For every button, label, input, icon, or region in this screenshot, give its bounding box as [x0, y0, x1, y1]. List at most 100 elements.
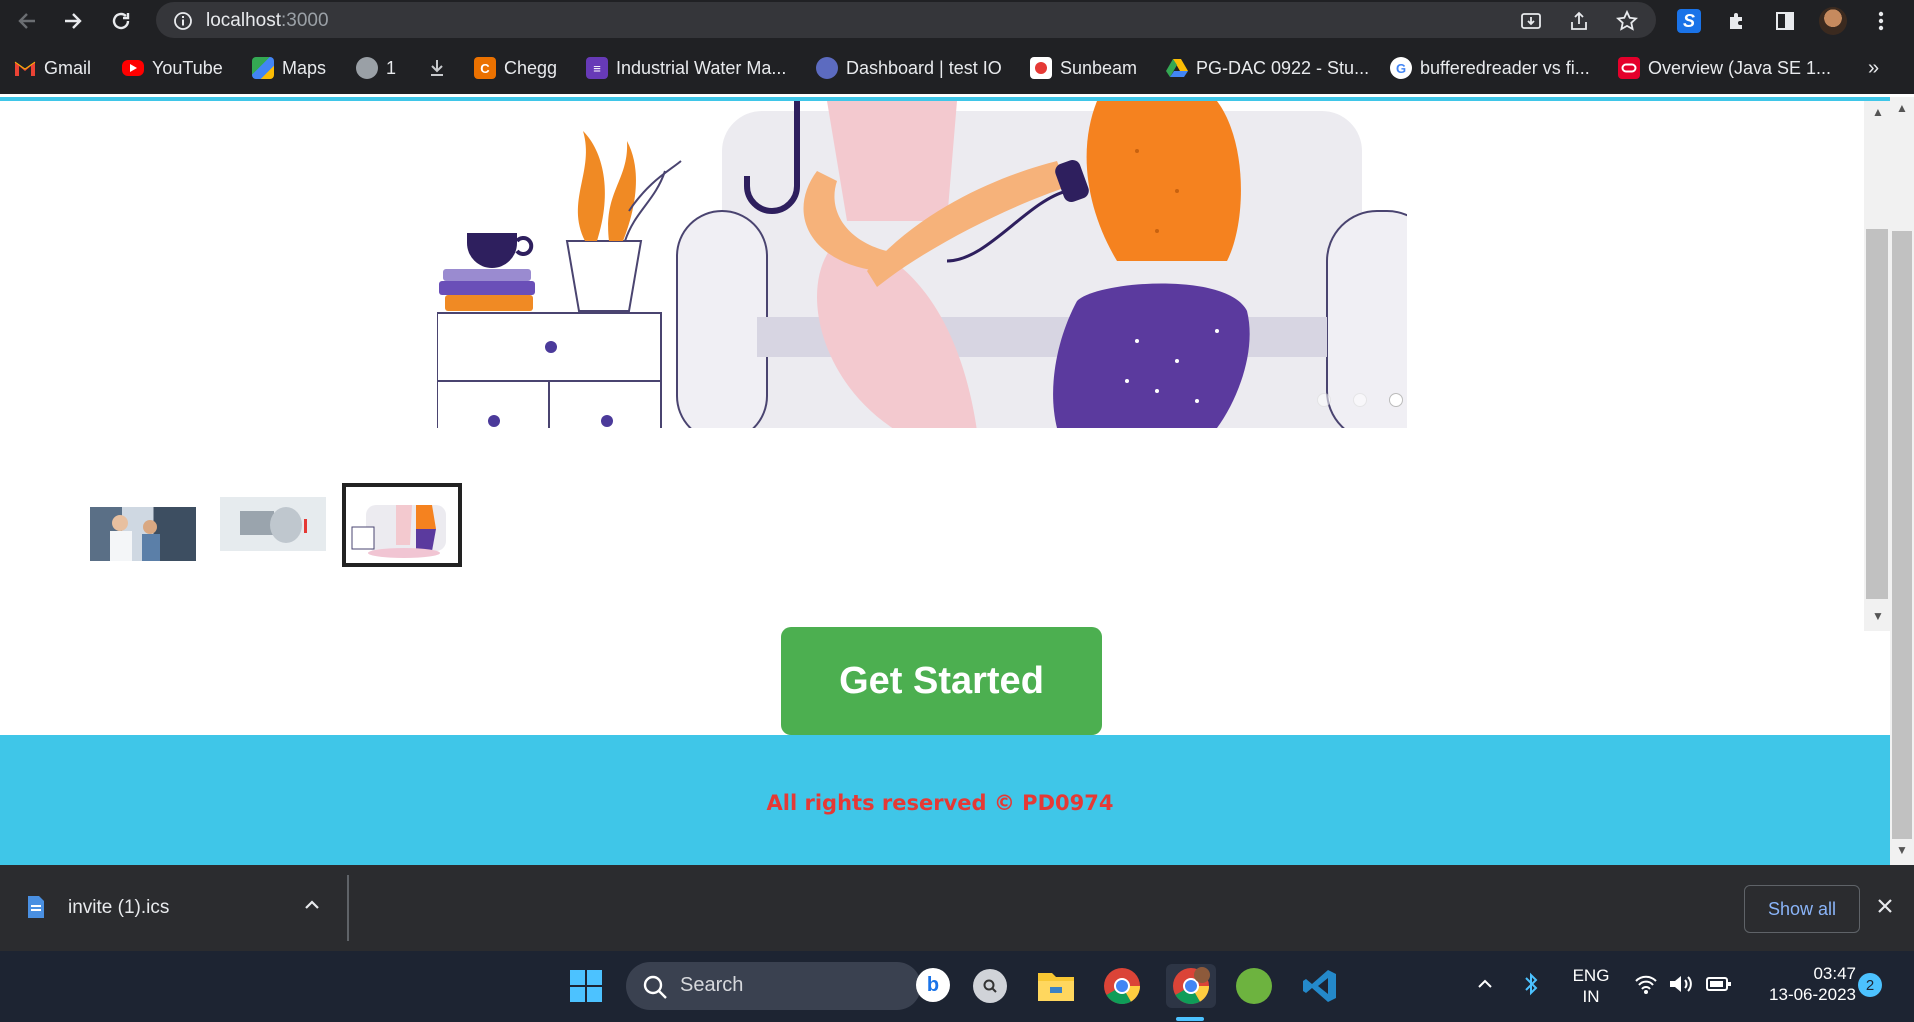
extension-s-icon[interactable]: S [1674, 6, 1704, 36]
wifi-icon[interactable] [1634, 973, 1658, 1000]
nurse-blood-pressure-illustration [437, 101, 1407, 428]
chegg-icon: C [474, 57, 496, 79]
inner-scrollbar-thumb[interactable] [1866, 229, 1888, 599]
scroll-down-arrow-icon[interactable]: ▼ [1896, 843, 1908, 857]
download-icon [426, 57, 448, 79]
bookmark-youtube[interactable]: YouTube [122, 56, 223, 80]
notification-badge[interactable]: 2 [1858, 973, 1882, 997]
gmail-icon [14, 57, 36, 79]
footer-copyright: All rights reserved © PD0974 [766, 791, 1114, 815]
reload-icon [112, 12, 130, 30]
bookmark-pgdac[interactable]: PG-DAC 0922 - Stu... [1166, 56, 1369, 80]
bookmark-bufferedreader[interactable]: G bufferedreader vs fi... [1390, 56, 1590, 80]
bookmark-label: PG-DAC 0922 - Stu... [1196, 57, 1370, 78]
show-all-button[interactable]: Show all [1744, 885, 1860, 933]
carousel-indicators [1317, 393, 1403, 407]
document-file-icon [26, 895, 46, 924]
reload-button[interactable] [106, 6, 136, 36]
bookmark-label: Gmail [44, 57, 92, 78]
forward-button[interactable] [58, 6, 88, 36]
page-scrollbar-thumb[interactable] [1892, 231, 1912, 839]
file-explorer-icon[interactable] [1034, 964, 1078, 1008]
bookmark-label: Dashboard | test IO [846, 57, 1002, 78]
share-icon[interactable] [1566, 8, 1592, 34]
taskbar-search-box[interactable]: Search b [626, 962, 950, 1010]
scroll-down-arrow-icon[interactable]: ▼ [1872, 609, 1884, 623]
clock-date: 13-06-2023 [1769, 985, 1856, 1004]
list-icon: ≡ [586, 57, 608, 79]
bookmark-java-overview[interactable]: Overview (Java SE 1... [1618, 56, 1831, 80]
maps-icon [252, 57, 274, 79]
bookmark-download[interactable] [426, 56, 448, 80]
extensions-puzzle-icon[interactable] [1722, 6, 1752, 36]
volume-icon[interactable] [1668, 973, 1694, 1000]
active-app-indicator [1176, 1017, 1204, 1021]
get-started-button[interactable]: Get Started [781, 627, 1102, 735]
testio-icon [816, 57, 838, 79]
bluetooth-icon[interactable] [1524, 971, 1538, 1002]
carousel-dot-2[interactable] [1353, 393, 1367, 407]
chrome-profile-icon[interactable] [1166, 964, 1216, 1008]
bookmark-label: Maps [282, 57, 327, 78]
page-scrollbar[interactable]: ▲ ▼ [1890, 97, 1914, 865]
thumbnail-medical-tech[interactable] [220, 497, 326, 551]
chrome-icon[interactable] [1100, 964, 1144, 1008]
bookmark-maps[interactable]: Maps [252, 56, 326, 80]
divider [347, 875, 349, 941]
bookmarks-overflow-icon[interactable]: » [1868, 56, 1879, 80]
bing-icon[interactable]: b [916, 968, 950, 1002]
windows-taskbar: Search b ENG IN 03:47 13-06-2023 2 [0, 951, 1914, 1022]
bookmark-label: Chegg [504, 57, 558, 78]
inner-scrollbar[interactable]: ▲ ▼ [1864, 101, 1890, 631]
profile-avatar[interactable] [1818, 6, 1848, 36]
youtube-icon [122, 60, 144, 76]
bookmark-sunbeam[interactable]: Sunbeam [1030, 56, 1137, 80]
bookmark-label: Overview (Java SE 1... [1648, 57, 1832, 78]
search-lens-app-icon[interactable] [968, 964, 1012, 1008]
sunbeam-icon [1030, 57, 1052, 79]
bookmark-testio[interactable]: Dashboard | test IO [816, 56, 1002, 80]
bookmark-gmail[interactable]: Gmail [14, 56, 91, 80]
carousel-dot-3-active[interactable] [1389, 393, 1403, 407]
thumbnail-doctor-patient[interactable] [90, 507, 196, 561]
site-info-icon[interactable] [170, 8, 196, 34]
spring-tool-icon[interactable] [1232, 964, 1276, 1008]
menu-kebab-icon[interactable] [1866, 6, 1896, 36]
bookmarks-bar: Gmail YouTube Maps 1 C Chegg ≡ Industria… [0, 42, 1914, 94]
scroll-up-arrow-icon[interactable]: ▲ [1896, 101, 1908, 115]
drive-icon [1166, 57, 1188, 79]
scroll-up-arrow-icon[interactable]: ▲ [1872, 105, 1884, 119]
chevron-up-icon[interactable] [1476, 975, 1494, 998]
bookmark-industrial-water[interactable]: ≡ Industrial Water Ma... [586, 56, 786, 80]
clock[interactable]: 03:47 13-06-2023 [1746, 963, 1856, 1005]
side-panel-icon[interactable] [1770, 6, 1800, 36]
thumbnail-nurse-active[interactable] [342, 483, 462, 567]
language-indicator[interactable]: ENG IN [1566, 965, 1616, 1007]
bookmark-label: Industrial Water Ma... [616, 57, 787, 78]
vscode-icon[interactable] [1298, 964, 1342, 1008]
chevron-up-icon[interactable] [302, 895, 322, 920]
browser-toolbar: localhost:3000 S [0, 0, 1914, 42]
battery-icon[interactable] [1706, 976, 1732, 997]
address-bar[interactable]: localhost:3000 [156, 2, 1656, 38]
bookmark-label: 1 [386, 57, 397, 78]
page-viewport: Get Started All rights reserved © PD0974 [0, 101, 1890, 865]
carousel-dot-1[interactable] [1317, 393, 1331, 407]
search-icon [642, 974, 668, 1005]
bookmark-chegg[interactable]: C Chegg [474, 56, 557, 80]
download-file-name[interactable]: invite (1).ics [68, 897, 169, 919]
bookmark-star-icon[interactable] [1614, 8, 1640, 34]
oracle-icon [1618, 57, 1640, 79]
back-button[interactable] [12, 6, 42, 36]
globe-icon [356, 57, 378, 79]
close-icon[interactable] [1876, 897, 1894, 920]
bookmark-1[interactable]: 1 [356, 56, 396, 80]
clock-time: 03:47 [1813, 964, 1856, 983]
search-placeholder: Search [680, 974, 744, 996]
url-text[interactable]: localhost:3000 [206, 10, 329, 32]
install-app-icon[interactable] [1518, 8, 1544, 34]
carousel-slide-image [437, 101, 1407, 428]
windows-start-icon[interactable] [564, 964, 608, 1008]
google-icon: G [1390, 57, 1412, 79]
bookmark-label: bufferedreader vs fi... [1420, 57, 1590, 78]
